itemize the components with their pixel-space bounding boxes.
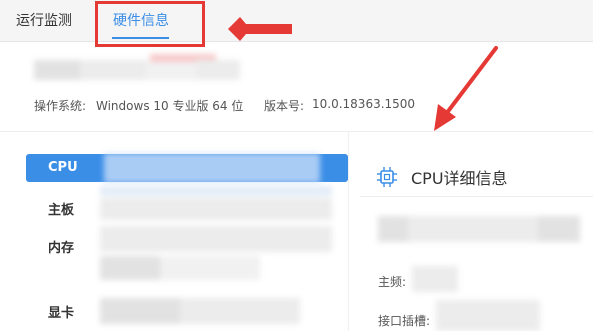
version-label: 版本号: bbox=[264, 99, 305, 113]
cpu-model-redacted bbox=[104, 153, 320, 183]
version-value: 10.0.18363.1500 bbox=[312, 97, 416, 111]
sidebar-item-label-cpu: CPU bbox=[48, 160, 78, 175]
annotation-arrow-left bbox=[228, 17, 292, 41]
device-name-redacted bbox=[34, 54, 240, 80]
cpu-full-name-redacted bbox=[378, 216, 580, 242]
motherboard-model-redacted bbox=[100, 186, 332, 220]
memory-details-redacted bbox=[100, 226, 332, 280]
detail-title: CPU详细信息 bbox=[411, 169, 508, 188]
sidebar-item-label-motherboard: 主板 bbox=[48, 203, 75, 218]
os-label: 操作系统: bbox=[34, 99, 87, 113]
cpu-chip-icon bbox=[377, 167, 397, 187]
field-label-frequency: 主频: bbox=[378, 275, 407, 289]
field-value-frequency-redacted bbox=[412, 266, 458, 292]
graphics-card-model-redacted bbox=[100, 298, 300, 324]
sidebar-item-label-memory: 内存 bbox=[48, 241, 75, 256]
field-label-socket: 接口插槽: bbox=[378, 314, 431, 328]
annotation-arrow-down bbox=[434, 46, 498, 131]
os-value: Windows 10 专业版 64 位 bbox=[96, 99, 244, 113]
panel-separator bbox=[348, 132, 349, 331]
section-divider bbox=[0, 131, 593, 132]
detail-title-divider bbox=[360, 196, 593, 197]
sidebar-item-label-graphics-card: 显卡 bbox=[48, 306, 75, 321]
field-value-socket-redacted bbox=[436, 300, 540, 331]
